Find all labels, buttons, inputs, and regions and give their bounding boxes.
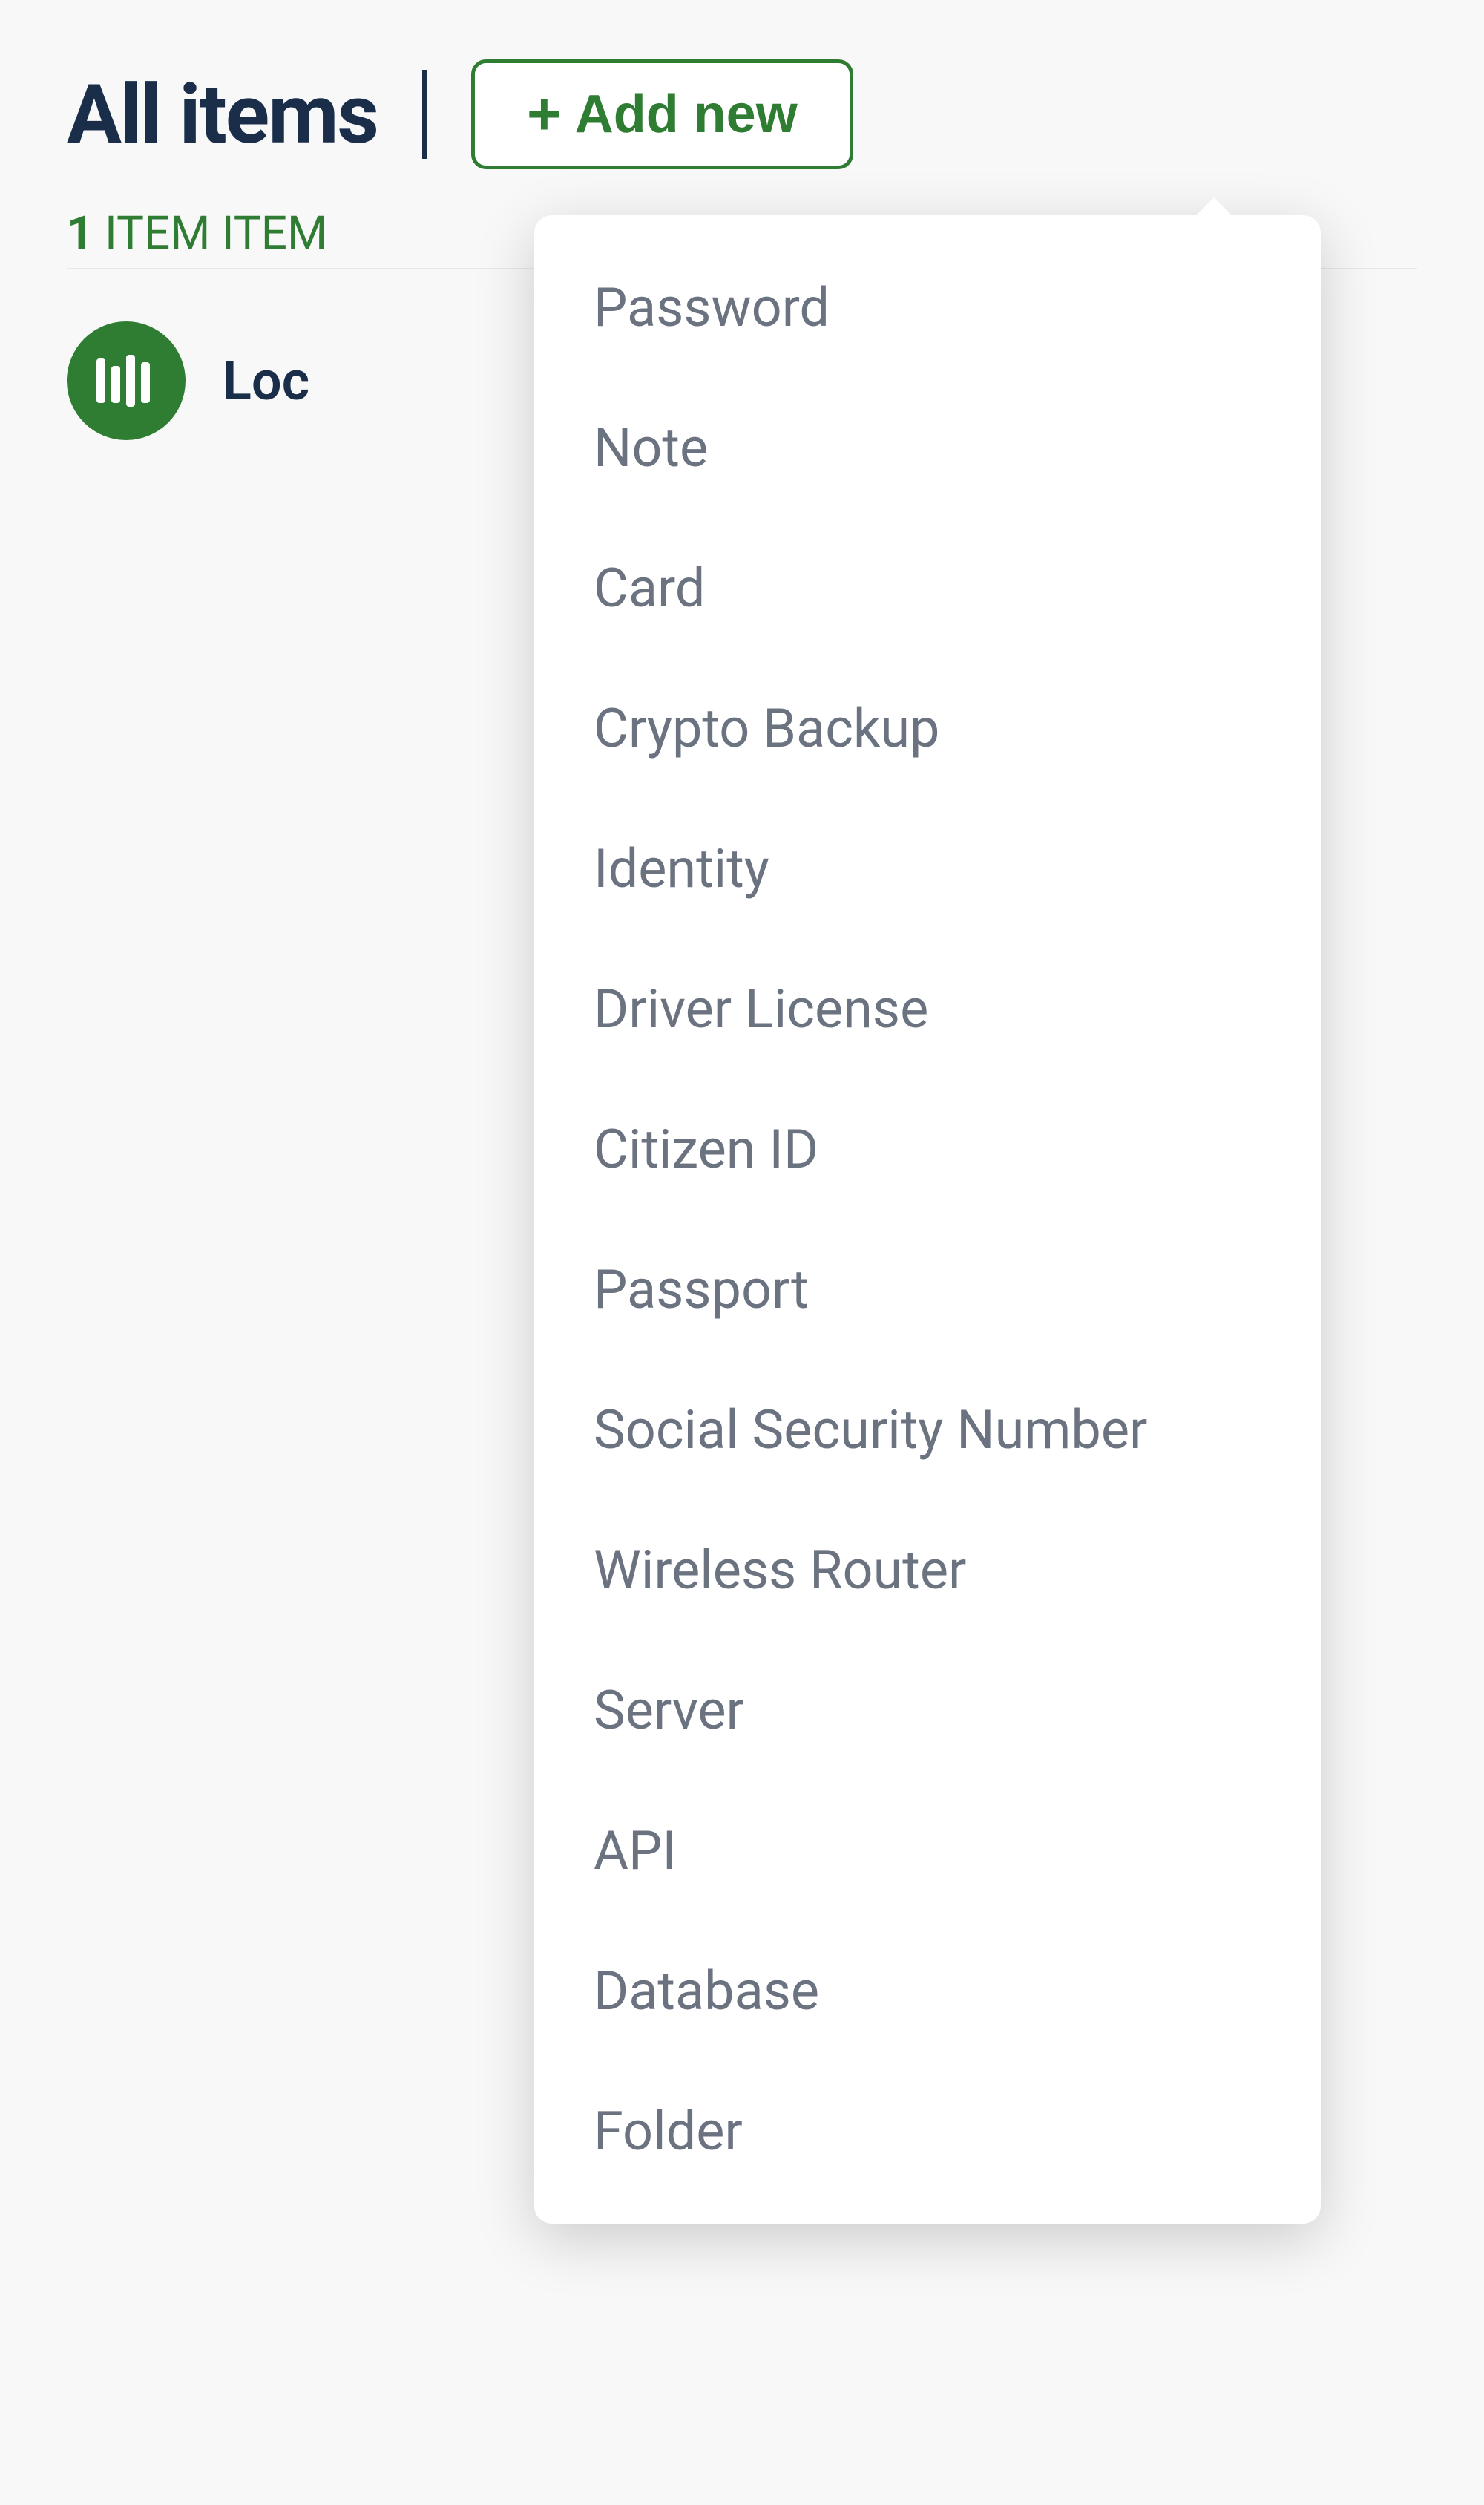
dropdown-item-server[interactable]: Server — [534, 1640, 1321, 1781]
dropdown-item-driver-license[interactable]: Driver License — [534, 939, 1321, 1079]
dropdown-item-passport[interactable]: Passport — [534, 1219, 1321, 1360]
item-count-number: 1 — [67, 206, 93, 261]
dropdown-item-note[interactable]: Note — [534, 378, 1321, 518]
add-new-dropdown: Password Note Card Crypto Backup Identit… — [534, 215, 1321, 2224]
header-divider — [422, 70, 427, 159]
dropdown-item-wireless-router[interactable]: Wireless Router — [534, 1500, 1321, 1640]
add-new-button[interactable]: + Add new — [471, 59, 853, 169]
dropdown-item-identity[interactable]: Identity — [534, 799, 1321, 939]
item-count-label-text: ITEM — [210, 206, 327, 261]
dropdown-item-folder[interactable]: Folder — [534, 2061, 1321, 2201]
dropdown-item-social-security-number[interactable]: Social Security Number — [534, 1360, 1321, 1500]
dropdown-item-card[interactable]: Card — [534, 518, 1321, 658]
dropdown-item-citizen-id[interactable]: Citizen ID — [534, 1079, 1321, 1219]
header: All items + Add new — [0, 0, 1484, 199]
dropdown-item-crypto-backup[interactable]: Crypto Backup — [534, 658, 1321, 799]
dropdown-item-api[interactable]: API — [534, 1781, 1321, 1921]
list-item-name: Loc — [223, 350, 309, 413]
item-count-label: ITEM — [105, 206, 210, 261]
add-new-label: Add new — [575, 84, 798, 145]
dropdown-item-password[interactable]: Password — [534, 238, 1321, 378]
page-container: All items + Add new 1 ITEM ITEM Password… — [0, 0, 1484, 2505]
page-title: All items — [67, 67, 378, 163]
dropdown-item-database[interactable]: Database — [534, 1921, 1321, 2061]
avatar — [67, 321, 186, 440]
plus-icon: + — [527, 85, 562, 144]
